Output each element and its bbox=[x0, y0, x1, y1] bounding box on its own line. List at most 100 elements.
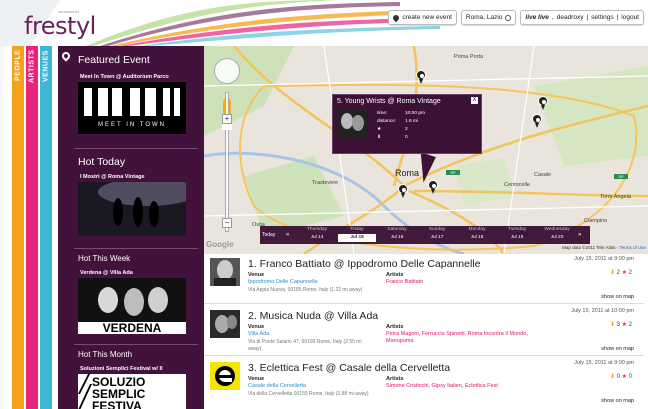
left-edge bbox=[0, 46, 8, 409]
tab-people[interactable]: PEOPLE bbox=[12, 46, 24, 409]
location-label: Roma, Lazio bbox=[465, 14, 503, 21]
hot-today-image[interactable] bbox=[78, 178, 198, 236]
map-marker-selected[interactable] bbox=[398, 184, 408, 198]
list-item[interactable]: 1. Franco Battiato @ Ippodromo Delle Cap… bbox=[204, 254, 644, 304]
day-tuesday[interactable]: Tuesday Jul 19 bbox=[498, 226, 536, 244]
pin-icon bbox=[392, 13, 401, 22]
location-selector[interactable]: Roma, Lazio bbox=[460, 10, 517, 25]
event-votes: ⬇ 3 ★ 2 bbox=[609, 322, 632, 328]
next-week-icon[interactable]: » bbox=[578, 232, 581, 238]
hot-today-title[interactable]: I Mostri @ Roma Vintage bbox=[80, 174, 145, 180]
tab-artists[interactable]: ARTISTS bbox=[26, 46, 38, 409]
featured-banner: MEET IN TOWN bbox=[98, 122, 166, 128]
user-link[interactable]: deadroxy bbox=[557, 14, 584, 21]
venue-address: Via Appia Nuova, 00185 Rome, Italy (1.22… bbox=[248, 287, 363, 293]
popup-title[interactable]: 5. Young Wrists @ Roma Vintage bbox=[337, 98, 441, 105]
venue-link[interactable]: Villa Ada bbox=[248, 331, 269, 337]
show-on-map-link[interactable]: show on map bbox=[601, 398, 634, 404]
zoom-out-button[interactable]: − bbox=[222, 218, 232, 228]
top-bar: create new event Roma, Lazio live live, … bbox=[388, 10, 644, 25]
venue-link[interactable]: Casale della Cervelletta bbox=[248, 383, 306, 389]
header: ohrmuschel frestyl create new event Roma… bbox=[0, 0, 648, 46]
map-marker[interactable] bbox=[416, 70, 426, 84]
sidebar-divider bbox=[74, 148, 198, 149]
hot-week-image[interactable]: VERDENA bbox=[78, 278, 186, 335]
tab-venues[interactable]: VENUES bbox=[40, 46, 52, 409]
highway-sign: SP bbox=[446, 170, 460, 175]
vote-up-icon[interactable]: ⬇ bbox=[610, 270, 615, 276]
popup-close-icon[interactable]: X bbox=[471, 97, 478, 104]
featured-event-title[interactable]: Meet In Town @ Auditorium Parco bbox=[80, 74, 169, 80]
highway-sign: SP bbox=[614, 174, 628, 179]
day-monday[interactable]: Monday Jul 18 bbox=[458, 226, 496, 244]
star-icon: ★ bbox=[377, 127, 382, 132]
star-icon[interactable]: ★ bbox=[622, 374, 627, 380]
hot-month-title[interactable]: Soluzioni Semplici Festival w/ Il bbox=[80, 366, 163, 372]
show-on-map-link[interactable]: show on map bbox=[601, 346, 634, 352]
pan-control[interactable] bbox=[214, 58, 240, 84]
map-marker[interactable] bbox=[428, 180, 438, 194]
artists-links[interactable]: Petra Magoni, Ferruccio Spinetti, Roma I… bbox=[386, 331, 546, 345]
event-thumbnail[interactable] bbox=[210, 310, 240, 338]
featured-heading: Featured Event bbox=[78, 54, 150, 66]
popup-distance: distance: 1.6 mi bbox=[377, 119, 418, 124]
popup-votes-up-value: 2 bbox=[405, 127, 408, 132]
zoom-slider[interactable] bbox=[225, 92, 229, 232]
event-votes: ⬇ 2 ★ 2 bbox=[609, 270, 632, 276]
hot-week-title[interactable]: Verdena @ Villa Ada bbox=[80, 270, 133, 276]
user-menu[interactable]: live live, deadroxy | settings | logout bbox=[520, 10, 644, 25]
thumb-down-icon: ⬇ bbox=[377, 135, 382, 140]
today-button[interactable]: Today bbox=[262, 232, 275, 238]
logo[interactable]: frestyl bbox=[24, 12, 96, 40]
map-label: Trastevere bbox=[312, 180, 339, 186]
prev-week-icon[interactable]: « bbox=[286, 232, 289, 238]
logout-link[interactable]: logout bbox=[621, 14, 639, 21]
vote-up-icon[interactable]: ⬇ bbox=[610, 374, 615, 380]
map-attribution: Map data ©2011 Tele Atlas - Terms of Use bbox=[562, 245, 646, 250]
popup-distance-value: 1.6 mi bbox=[405, 119, 419, 124]
venue-label: Venue bbox=[248, 324, 265, 330]
day-saturday[interactable]: Saturday Jul 16 bbox=[378, 226, 416, 244]
date-selector: Today « Thursday Jul 14 Friday Jul 15 Satu… bbox=[260, 226, 590, 244]
event-thumbnail[interactable] bbox=[210, 258, 240, 286]
map-marker[interactable] bbox=[532, 114, 542, 128]
map-label: Prima Porta bbox=[454, 54, 484, 60]
featured-event-image[interactable]: MEET IN TOWN bbox=[78, 82, 186, 134]
venue-link[interactable]: Ippodromo Delle Capannelle bbox=[248, 279, 318, 285]
vote-up-icon[interactable]: ⬇ bbox=[610, 322, 615, 328]
popup-time-label: time: bbox=[377, 111, 388, 116]
list-item[interactable]: 3. Eclettica Fest @ Casale della Cervell… bbox=[204, 358, 644, 408]
settings-link[interactable]: settings bbox=[591, 14, 613, 21]
show-on-map-link[interactable]: show on map bbox=[601, 294, 634, 300]
venue-address: Via della Cervelletta 00155 Rome, Italy … bbox=[248, 391, 369, 397]
star-icon[interactable]: ★ bbox=[622, 322, 627, 328]
event-date: July 15, 2011 at 9:00 pm bbox=[574, 360, 634, 366]
hot-month-image[interactable]: SOLUZIO SEMPLIC FESTIVA bbox=[78, 374, 186, 409]
zoom-in-button[interactable]: + bbox=[222, 114, 232, 124]
map[interactable]: Trastevere Casale Prima Porta Torre Ange… bbox=[204, 46, 648, 254]
event-thumbnail[interactable] bbox=[210, 362, 240, 390]
artists-links[interactable]: Simone Cristicchi, Gipsy Italien, Eclett… bbox=[386, 383, 546, 390]
day-thursday[interactable]: Thursday Jul 14 bbox=[298, 226, 336, 244]
popup-votes-down: ⬇ 0 bbox=[377, 135, 408, 140]
create-event-button[interactable]: create new event bbox=[388, 10, 457, 25]
popup-thumbnail bbox=[337, 109, 367, 137]
event-title[interactable]: 1. Franco Battiato @ Ippodromo Delle Cap… bbox=[248, 258, 480, 270]
list-item[interactable]: 2. Musica Nuda @ Villa Ada July 15, 2011… bbox=[204, 306, 644, 356]
event-title[interactable]: 2. Musica Nuda @ Villa Ada bbox=[248, 310, 378, 322]
popup-time-value: 10:00 pm bbox=[405, 111, 426, 116]
venue-label: Venue bbox=[248, 272, 265, 278]
zoom-knob[interactable] bbox=[222, 124, 232, 130]
live-label: live live bbox=[525, 14, 549, 21]
day-wednesday[interactable]: Wednesday Jul 20 bbox=[538, 226, 576, 244]
star-icon[interactable]: ★ bbox=[622, 270, 627, 276]
artists-links[interactable]: Franco Battiato bbox=[386, 279, 546, 286]
day-friday[interactable]: Friday Jul 15 bbox=[338, 226, 376, 244]
day-sunday[interactable]: Sunday Jul 17 bbox=[418, 226, 456, 244]
event-title[interactable]: 3. Eclettica Fest @ Casale della Cervell… bbox=[248, 362, 450, 374]
map-marker[interactable] bbox=[538, 96, 548, 110]
target-icon bbox=[505, 14, 512, 21]
event-popup[interactable]: 5. Young Wrists @ Roma Vintage X time: 1… bbox=[332, 94, 482, 154]
event-votes: ⬇ 0 ★ 0 bbox=[609, 374, 632, 380]
terms-link[interactable]: Terms of Use bbox=[619, 245, 646, 250]
